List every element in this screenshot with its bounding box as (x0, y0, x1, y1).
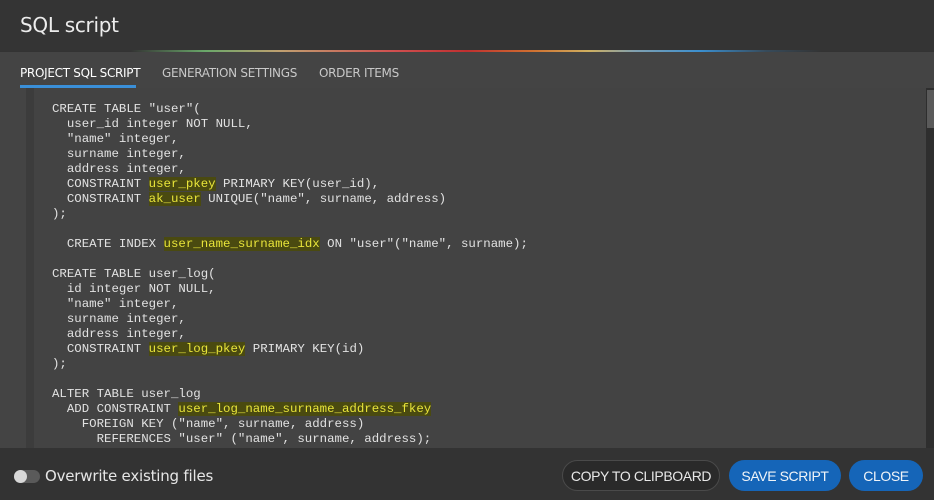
dialog-body: PROJECT SQL SCRIPT GENERATION SETTINGS O… (0, 52, 934, 448)
copy-to-clipboard-button[interactable]: COPY TO CLIPBOARD (562, 460, 720, 491)
code-text: "name" integer, (52, 132, 179, 146)
tab-order-items[interactable]: ORDER ITEMS (319, 66, 399, 80)
save-script-button[interactable]: SAVE SCRIPT (729, 460, 841, 491)
code-text: ); (52, 357, 67, 371)
code-line: ); (52, 207, 528, 222)
code-line: id integer NOT NULL, (52, 282, 528, 297)
tab-project-sql-script[interactable]: PROJECT SQL SCRIPT (20, 66, 141, 80)
sql-code-editor[interactable]: CREATE TABLE "user"( user_id integer NOT… (26, 88, 928, 448)
code-line: CONSTRAINT ak_user UNIQUE("name", surnam… (52, 192, 528, 207)
code-text: UNIQUE("name", surname, address) (200, 192, 447, 206)
code-text: ); (52, 207, 67, 221)
code-text: ON "user"("name", surname); (319, 237, 528, 251)
code-line: address integer, (52, 162, 528, 177)
code-text: "name" integer, (52, 297, 179, 311)
code-text: surname integer, (52, 312, 186, 326)
code-text: id integer NOT NULL, (52, 282, 216, 296)
code-text: address integer, (52, 327, 186, 341)
code-text: CONSTRAINT (52, 192, 149, 206)
code-line: "name" integer, (52, 297, 528, 312)
code-line: FOREIGN KEY ("name", surname, address) (52, 417, 528, 432)
code-line: CREATE TABLE user_log( (52, 267, 528, 282)
code-line: "name" integer, (52, 132, 528, 147)
dialog-footer: Overwrite existing files COPY TO CLIPBOA… (0, 448, 934, 500)
code-text: ADD CONSTRAINT (52, 402, 179, 416)
code-line: REFERENCES "user" ("name", surname, addr… (52, 432, 528, 447)
dialog-title: SQL script (20, 13, 119, 37)
code-text: CREATE TABLE user_log( (52, 267, 216, 281)
code-line: CREATE INDEX user_name_surname_idx ON "u… (52, 237, 528, 252)
code-line: CONSTRAINT user_log_pkey PRIMARY KEY(id) (52, 342, 528, 357)
code-text: user_id integer NOT NULL, (52, 117, 253, 131)
code-text: PRIMARY KEY(user_id), (215, 177, 380, 191)
code-line: ALTER TABLE user_log (52, 387, 528, 402)
code-text: REFERENCES "user" ("name", surname, addr… (52, 432, 432, 446)
tab-bar: PROJECT SQL SCRIPT GENERATION SETTINGS O… (0, 52, 934, 88)
code-text: FOREIGN KEY ("name", surname, address) (52, 417, 365, 431)
code-text: PRIMARY KEY(id) (245, 342, 365, 356)
code-line: ADD CONSTRAINT user_log_name_surname_add… (52, 402, 528, 417)
overwrite-label: Overwrite existing files (45, 467, 214, 485)
editor-scrollbar[interactable] (926, 88, 934, 448)
tab-generation-settings[interactable]: GENERATION SETTINGS (162, 66, 297, 80)
code-text: CREATE INDEX (52, 237, 164, 251)
code-line: CONSTRAINT user_pkey PRIMARY KEY(user_id… (52, 177, 528, 192)
code-text: address integer, (52, 162, 186, 176)
code-text: surname integer, (52, 147, 186, 161)
toggle-knob (14, 470, 27, 483)
code-text: CONSTRAINT (52, 177, 149, 191)
editor-gutter (26, 88, 34, 448)
highlighted-identifier: user_log_pkey (148, 342, 246, 356)
highlighted-identifier: user_log_name_surname_address_fkey (178, 402, 432, 416)
close-button[interactable]: CLOSE (849, 460, 923, 491)
dialog-header: SQL script (0, 0, 934, 51)
code-text: CREATE TABLE "user"( (52, 102, 201, 116)
highlighted-identifier: user_name_surname_idx (163, 237, 320, 251)
overwrite-toggle[interactable] (14, 470, 40, 483)
code-line: ); (52, 357, 528, 372)
code-text: ALTER TABLE user_log (52, 387, 201, 401)
code-text: CONSTRAINT (52, 342, 149, 356)
code-line: surname integer, (52, 312, 528, 327)
scrollbar-thumb[interactable] (927, 90, 934, 128)
code-line: CREATE TABLE "user"( (52, 102, 528, 117)
highlighted-identifier: ak_user (148, 192, 201, 206)
code-line: surname integer, (52, 147, 528, 162)
sql-code: CREATE TABLE "user"( user_id integer NOT… (52, 102, 528, 447)
highlighted-identifier: user_pkey (148, 177, 216, 191)
code-line: address integer, (52, 327, 528, 342)
code-line: user_id integer NOT NULL, (52, 117, 528, 132)
